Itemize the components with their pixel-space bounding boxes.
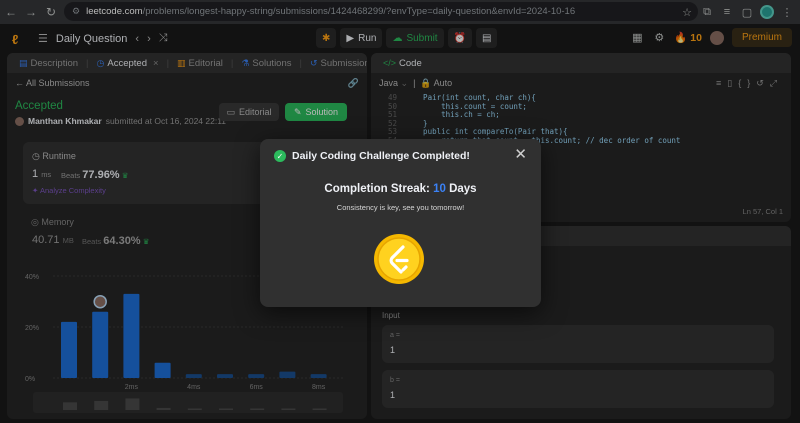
streak-value: 10: [433, 183, 446, 195]
daily-challenge-modal: ✓ Daily Coding Challenge Completed! ✕ Co…: [260, 139, 541, 307]
modal-title: ✓ Daily Coding Challenge Completed!: [274, 150, 470, 162]
streak-suffix: Days: [449, 183, 477, 195]
modal-title-text: Daily Coding Challenge Completed!: [292, 150, 470, 162]
close-icon[interactable]: ✕: [514, 147, 527, 162]
check-circle-icon: ✓: [274, 150, 286, 162]
consistency-message: Consistency is key, see you tomorrow!: [336, 203, 465, 212]
streak-prefix: Completion Streak:: [324, 183, 430, 195]
leetcode-coin-icon: [374, 234, 424, 284]
completion-streak: Completion Streak: 10 Days: [260, 183, 541, 195]
